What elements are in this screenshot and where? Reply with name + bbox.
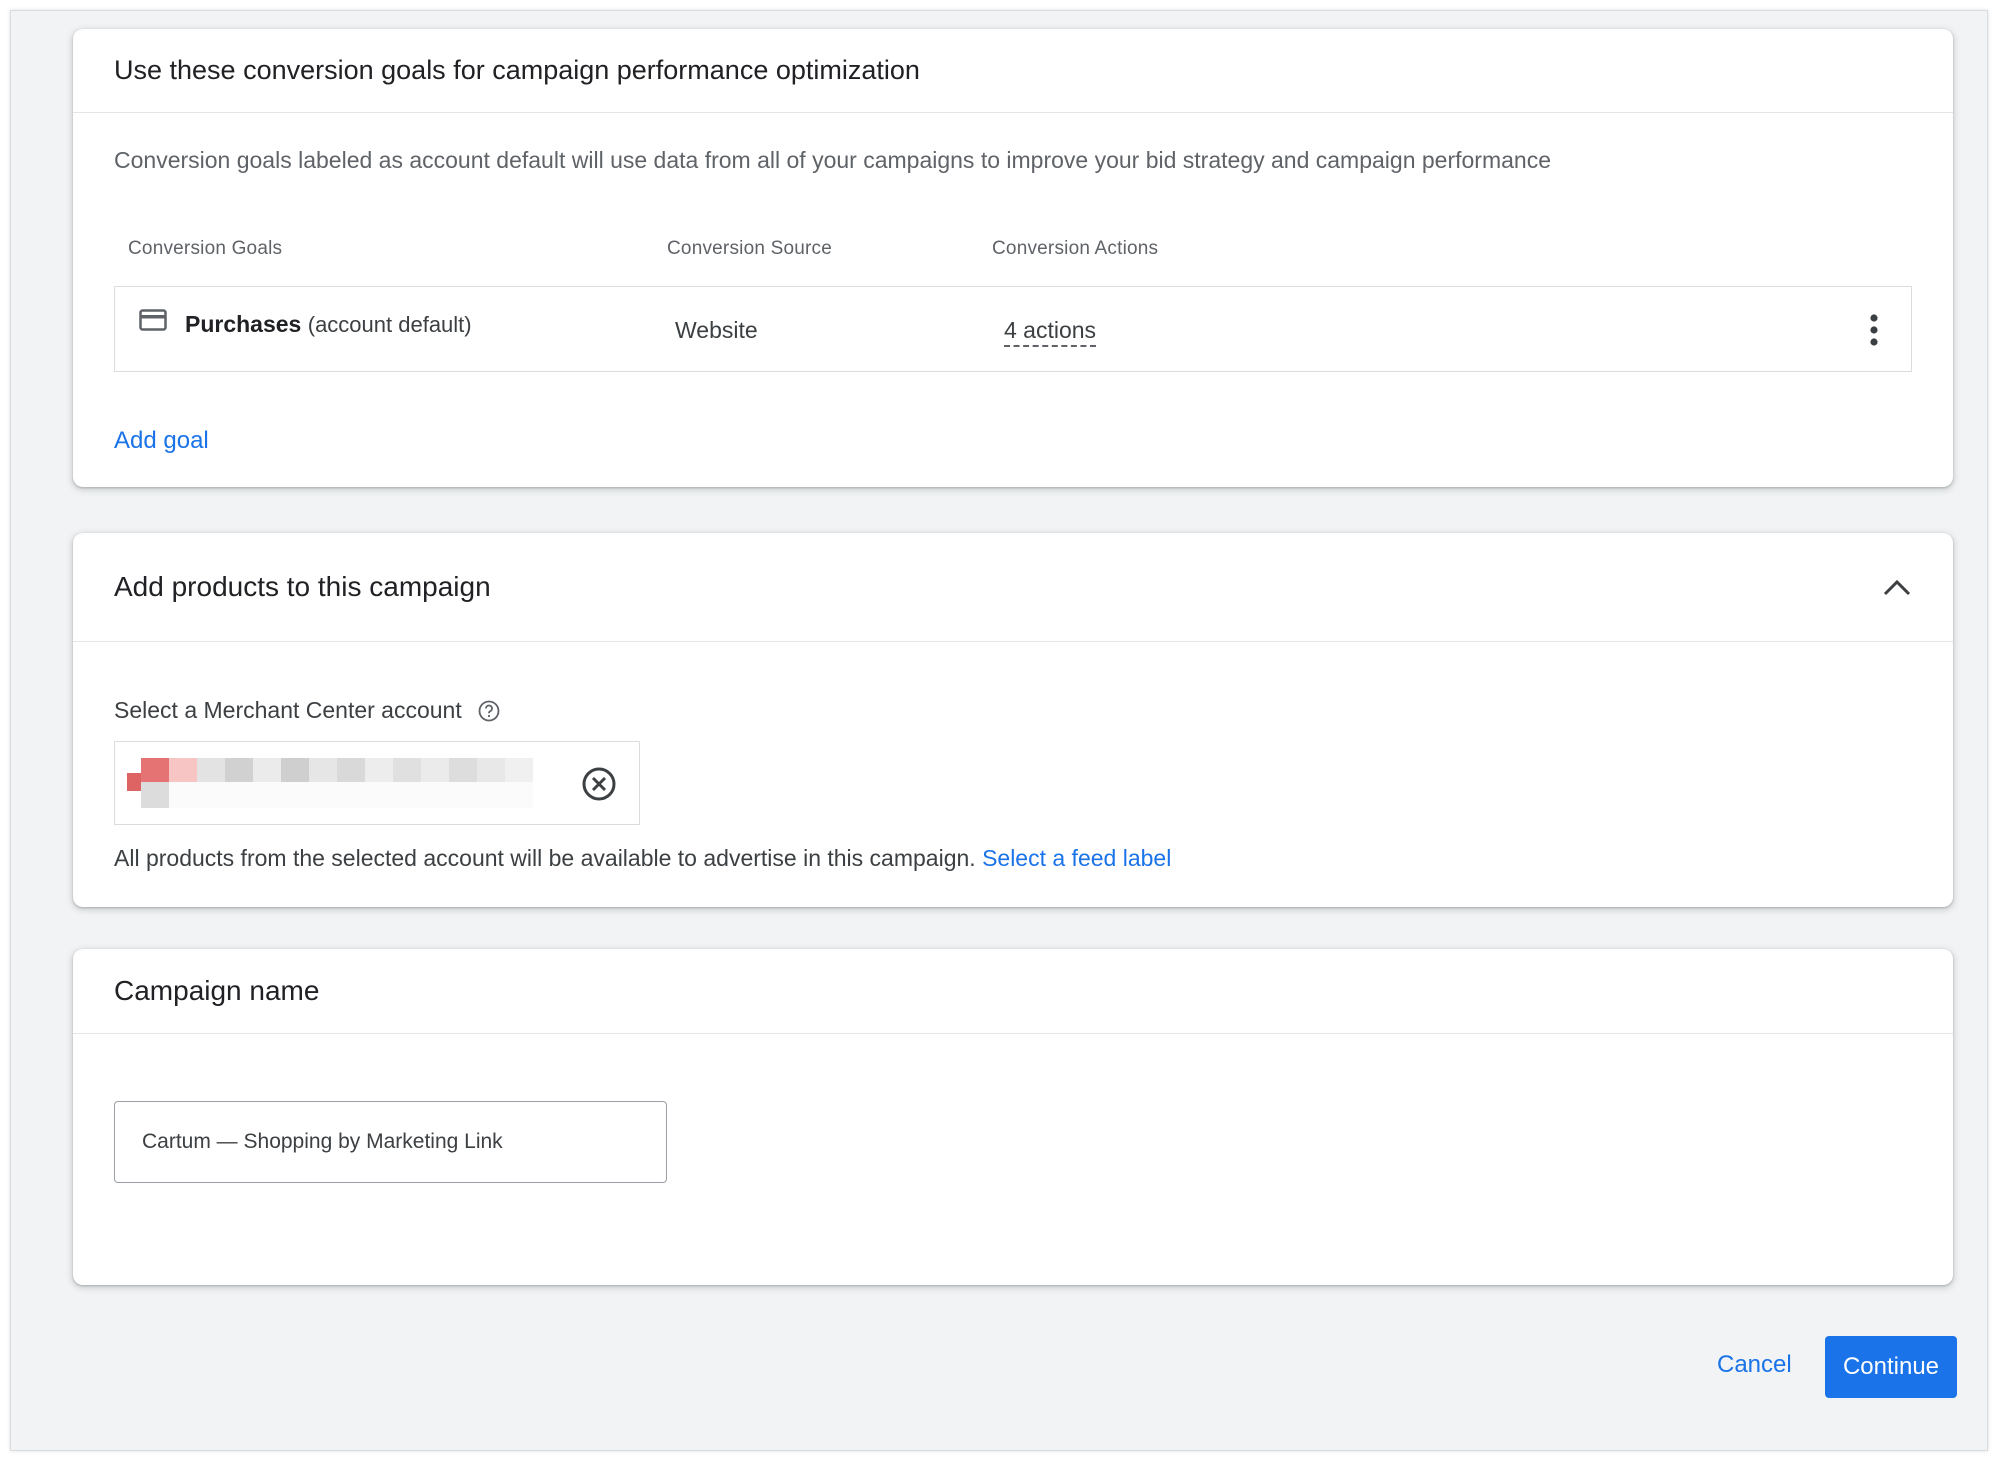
merchant-label-row: Select a Merchant Center account [114,697,500,724]
conversion-goals-header: Use these conversion goals for campaign … [73,29,1953,113]
products-header[interactable]: Add products to this campaign [73,533,1953,642]
goal-row: Purchases (account default) Website 4 ac… [114,286,1912,372]
goal-name-text: Purchases [185,311,302,337]
chevron-up-icon[interactable] [1882,577,1912,597]
more-options-icon[interactable] [1869,313,1879,347]
clear-selection-icon[interactable] [581,766,617,802]
merchant-label: Select a Merchant Center account [114,697,462,723]
campaign-name-input[interactable] [114,1101,667,1183]
merchant-account-select[interactable] [114,741,640,825]
campaign-name-card: Campaign name [73,949,1953,1285]
merchant-help-text: All products from the selected account w… [114,845,1171,872]
campaign-name-header: Campaign name [73,949,1953,1034]
goal-name: Purchases (account default) [185,311,472,338]
column-header-goals: Conversion Goals [128,238,283,259]
conversion-goals-title: Use these conversion goals for campaign … [114,55,920,85]
products-card: Add products to this campaign Select a M… [73,533,1953,907]
goal-actions-link[interactable]: 4 actions [1004,317,1097,347]
credit-card-icon [139,309,167,331]
column-header-source: Conversion Source [667,238,832,259]
campaign-name-title: Campaign name [114,975,320,1006]
add-goal-button[interactable]: Add goal [114,427,209,455]
select-feed-label-link[interactable]: Select a feed label [982,845,1171,871]
goal-default-note: (account default) [307,312,472,337]
column-header-actions: Conversion Actions [992,238,1159,259]
merchant-help-sentence: All products from the selected account w… [114,845,976,871]
conversion-goals-description: Conversion goals labeled as account defa… [114,147,1551,173]
products-title: Add products to this campaign [114,571,491,602]
app-frame: Use these conversion goals for campaign … [10,10,1988,1451]
help-icon[interactable] [478,700,500,722]
cancel-button[interactable]: Cancel [1717,1351,1792,1379]
goal-source: Website [675,317,758,343]
conversion-goals-card: Use these conversion goals for campaign … [73,29,1953,487]
continue-button[interactable]: Continue [1825,1336,1957,1398]
redacted-account-image [127,758,533,808]
